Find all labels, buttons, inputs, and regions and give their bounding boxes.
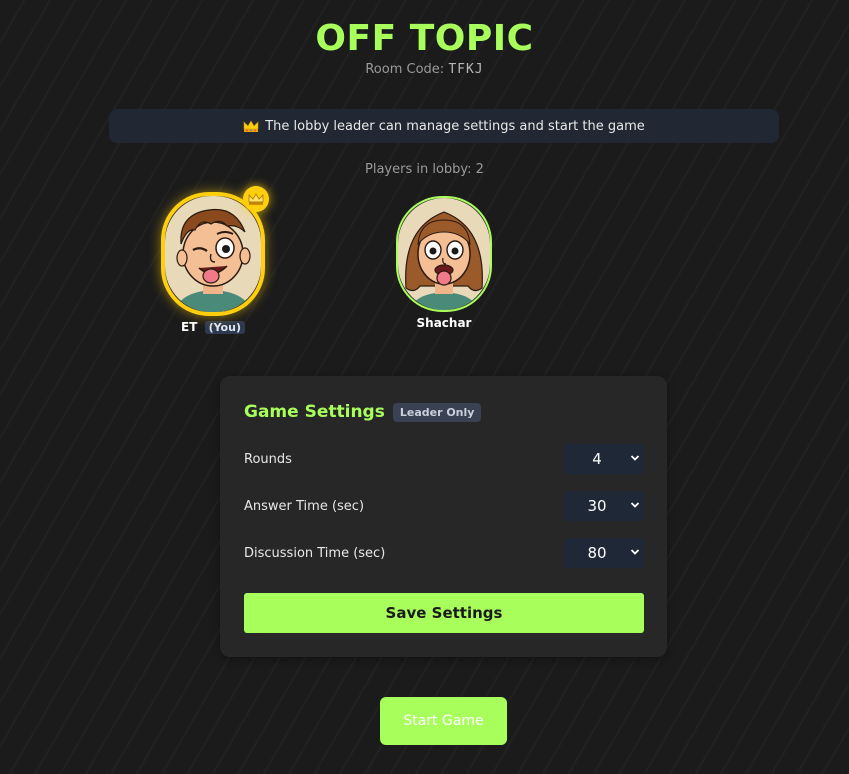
girl-avatar-icon [398,198,490,310]
save-settings-button[interactable]: Save Settings [244,593,644,633]
setting-row-answer-time: Answer Time (sec) 30 [244,491,644,521]
room-code-line: Room Code: TFKJ [0,62,849,77]
crown-icon [243,119,259,133]
leader-info-banner: The lobby leader can manage settings and… [109,109,779,143]
setting-label: Discussion Time (sec) [244,545,386,561]
player-name-line: ET (You) [153,320,273,334]
room-code-label: Room Code: [365,62,445,77]
select-value: 30 [587,497,607,515]
settings-header: Game Settings Leader Only [244,402,482,422]
setting-label: Rounds [244,451,292,467]
boy-avatar-icon [165,196,261,312]
setting-label: Answer Time (sec) [244,498,365,514]
leader-crown-badge [243,186,269,212]
rounds-select[interactable]: 4 [564,444,644,474]
chevron-down-icon [630,455,640,461]
leader-info-text: The lobby leader can manage settings and… [265,118,645,134]
select-value: 4 [592,450,602,468]
game-settings-card: Game Settings Leader Only Rounds 4 Answe… [220,376,667,657]
room-code-value: TFKJ [448,62,484,77]
answer-time-select[interactable]: 30 [564,491,644,521]
settings-title: Game Settings [244,402,385,422]
player-avatar [161,186,269,316]
start-game-button[interactable]: Start Game [380,697,507,745]
player-card-et: ET (You) [153,186,273,334]
players-count: Players in lobby: 2 [365,162,484,177]
setting-row-rounds: Rounds 4 [244,444,644,474]
chevron-down-icon [630,502,640,508]
player-avatar [396,196,492,312]
setting-row-discussion-time: Discussion Time (sec) 80 [244,538,644,568]
player-name: Shachar [416,316,472,330]
chevron-down-icon [630,549,640,555]
you-tag: (You) [204,321,245,334]
crown-icon [248,192,264,205]
app-title: OFF TOPIC [315,18,534,59]
player-card-shachar: Shachar [384,196,504,330]
discussion-time-select[interactable]: 80 [564,538,644,568]
leader-only-badge: Leader Only [392,402,482,422]
select-value: 80 [587,544,607,562]
player-name: ET [181,320,198,334]
player-name-line: Shachar [384,316,504,330]
